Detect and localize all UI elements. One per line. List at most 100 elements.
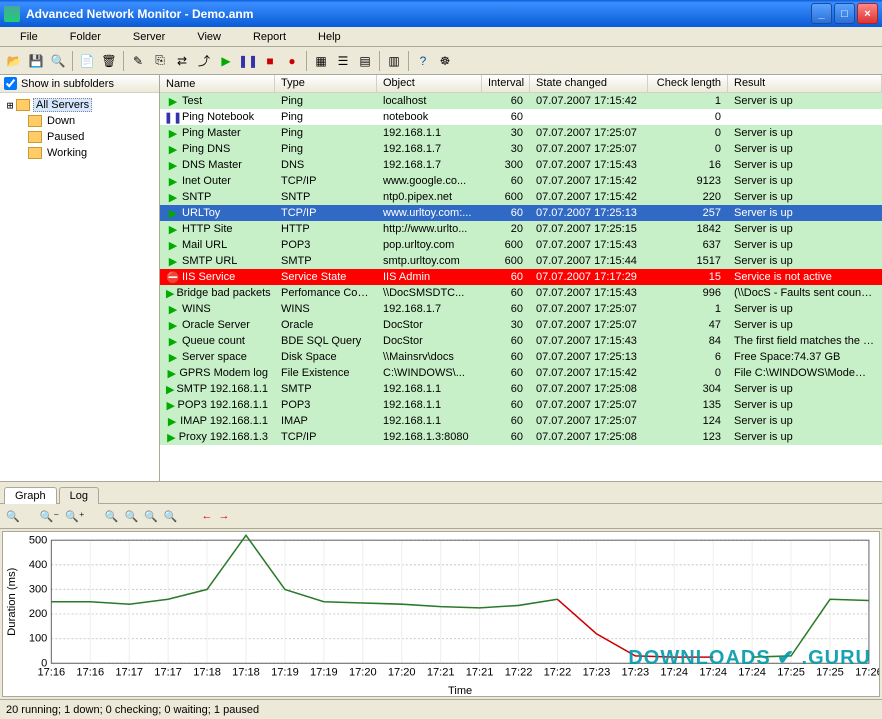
menu-help[interactable]: Help (302, 29, 357, 45)
zoom-x-in-icon[interactable]: 🔍 (124, 510, 138, 523)
cell-name: Ping DNS (182, 143, 230, 155)
zoom-y-out-icon[interactable]: 🔍 (144, 510, 158, 523)
tree-working[interactable]: Working (4, 145, 155, 161)
show-subfolders-checkbox[interactable] (4, 77, 17, 90)
move-icon[interactable]: ⇄ (172, 51, 192, 71)
col-interval[interactable]: Interval (482, 75, 530, 92)
close-button[interactable]: × (857, 3, 878, 24)
table-row[interactable]: ▶SMTP URLSMTPsmtp.urltoy.com60007.07.200… (160, 253, 882, 269)
zoom-y-in-icon[interactable]: 🔍 (164, 510, 178, 523)
cell-state: 07.07.2007 17:25:07 (530, 303, 648, 315)
tree-down[interactable]: Down (4, 113, 155, 129)
cell-name: SMTP URL (182, 255, 237, 267)
cell-name: Ping Master (182, 127, 241, 139)
table-row[interactable]: ▶SMTP 192.168.1.1SMTP192.168.1.16007.07.… (160, 381, 882, 397)
pause-icon[interactable]: ❚❚ (238, 51, 258, 71)
cell-result: Server is up (728, 431, 882, 443)
cell-name: POP3 192.168.1.1 (177, 399, 268, 411)
cell-result: Server is up (728, 159, 882, 171)
table-row[interactable]: ▶IMAP 192.168.1.1IMAP192.168.1.16007.07.… (160, 413, 882, 429)
svg-text:300: 300 (29, 583, 47, 595)
cell-check: 6 (648, 351, 728, 363)
table-row[interactable]: ▶Proxy 192.168.1.3TCP/IP192.168.1.3:8080… (160, 429, 882, 445)
table-row[interactable]: ▶TestPinglocalhost6007.07.2007 17:15:421… (160, 93, 882, 109)
minimize-button[interactable]: _ (811, 3, 832, 24)
table-row[interactable]: ▶POP3 192.168.1.1POP3192.168.1.16007.07.… (160, 397, 882, 413)
titlebar: Advanced Network Monitor - Demo.anm _ □ … (0, 0, 882, 27)
zoom-x-out-icon[interactable]: 🔍 (105, 510, 119, 523)
table-row[interactable]: ▶Bridge bad packetsPerfomance Counter\\D… (160, 285, 882, 301)
about-icon[interactable]: ☸ (435, 51, 455, 71)
open-icon[interactable]: 📂 (4, 51, 24, 71)
copy-icon[interactable]: ⎘ (150, 51, 170, 71)
menu-file[interactable]: File (4, 29, 54, 45)
export-icon[interactable]: ⤴ (194, 51, 214, 71)
table-row[interactable]: ▶Ping MasterPing192.168.1.13007.07.2007 … (160, 125, 882, 141)
stop-icon[interactable]: ■ (260, 51, 280, 71)
menu-report[interactable]: Report (237, 29, 302, 45)
columns-icon[interactable]: ▥ (384, 51, 404, 71)
col-check[interactable]: Check length (648, 75, 728, 92)
scroll-left-icon[interactable]: ← (202, 510, 213, 522)
cell-check: 16 (648, 159, 728, 171)
col-type[interactable]: Type (275, 75, 377, 92)
cell-result: File C:\WINDOWS\ModemLog_... (728, 367, 882, 379)
play-icon[interactable]: ▶ (216, 51, 236, 71)
zoom-reset-icon[interactable]: 🔍 (6, 510, 20, 523)
table-row[interactable]: ▶DNS MasterDNS192.168.1.730007.07.2007 1… (160, 157, 882, 173)
cell-result: Server is up (728, 319, 882, 331)
table-row[interactable]: ▶Mail URLPOP3pop.urltoy.com60007.07.2007… (160, 237, 882, 253)
svg-text:200: 200 (29, 608, 47, 620)
menu-server[interactable]: Server (117, 29, 181, 45)
menu-view[interactable]: View (181, 29, 237, 45)
cell-type: DNS (275, 159, 377, 171)
status-icon: ▶ (166, 383, 174, 396)
help-icon[interactable]: ? (413, 51, 433, 71)
table-row[interactable]: ▶Ping DNSPing192.168.1.73007.07.2007 17:… (160, 141, 882, 157)
menu-folder[interactable]: Folder (54, 29, 117, 45)
zoom-in-icon[interactable]: 🔍⁺ (65, 510, 85, 523)
table-row[interactable]: ▶WINSWINS192.168.1.76007.07.2007 17:25:0… (160, 301, 882, 317)
tab-log[interactable]: Log (59, 487, 99, 504)
col-state[interactable]: State changed (530, 75, 648, 92)
table-row[interactable]: ▶Server spaceDisk Space\\Mainsrv\docs600… (160, 349, 882, 365)
record-icon[interactable]: ● (282, 51, 302, 71)
svg-text:17:19: 17:19 (310, 666, 338, 678)
tab-graph[interactable]: Graph (4, 487, 57, 504)
tree-paused[interactable]: Paused (4, 129, 155, 145)
table-row[interactable]: ❚❚Ping NotebookPingnotebook600 (160, 109, 882, 125)
col-name[interactable]: Name (160, 75, 275, 92)
new-server-icon[interactable]: 📄 (77, 51, 97, 71)
cell-name: URLToy (182, 207, 220, 219)
table-row[interactable]: ▶HTTP SiteHTTPhttp://www.urlto...2007.07… (160, 221, 882, 237)
chart-toolbar: 🔍 🔍⁻ 🔍⁺ 🔍 🔍 🔍 🔍 ← → (0, 503, 882, 528)
delete-icon[interactable]: 🗑 (99, 51, 119, 71)
col-object[interactable]: Object (377, 75, 482, 92)
table-row[interactable]: ▶Queue countBDE SQL QueryDocStor6007.07.… (160, 333, 882, 349)
cell-interval: 60 (482, 383, 530, 395)
cell-name: IMAP 192.168.1.1 (180, 415, 268, 427)
table-row[interactable]: ▶Oracle ServerOracleDocStor3007.07.2007 … (160, 317, 882, 333)
maximize-button[interactable]: □ (834, 3, 855, 24)
status-icon: ▶ (166, 223, 180, 236)
table-body[interactable]: ▶TestPinglocalhost6007.07.2007 17:15:421… (160, 93, 882, 481)
status-icon: ▶ (166, 255, 180, 268)
scroll-right-icon[interactable]: → (219, 510, 230, 522)
zoom-out-icon[interactable]: 🔍⁻ (40, 510, 60, 523)
expand-icon[interactable]: ⊞ (4, 99, 16, 112)
find-icon[interactable]: 🔍 (48, 51, 68, 71)
view-list-icon[interactable]: ☰ (333, 51, 353, 71)
view-detail-icon[interactable]: ▤ (355, 51, 375, 71)
chart-area[interactable]: 010020030040050017:1617:1617:1717:1717:1… (2, 531, 880, 697)
table-row[interactable]: ▶GPRS Modem logFile ExistenceC:\WINDOWS\… (160, 365, 882, 381)
table-row[interactable]: ⛔IIS ServiceService StateIIS Admin6007.0… (160, 269, 882, 285)
col-result[interactable]: Result (728, 75, 882, 92)
table-row[interactable]: ▶SNTPSNTPntp0.pipex.net60007.07.2007 17:… (160, 189, 882, 205)
tree-all-servers[interactable]: ⊞ All Servers (4, 97, 155, 113)
status-icon: ▶ (166, 175, 180, 188)
view-large-icon[interactable]: ▦ (311, 51, 331, 71)
table-row[interactable]: ▶Inet OuterTCP/IPwww.google.co...6007.07… (160, 173, 882, 189)
edit-icon[interactable]: ✎ (128, 51, 148, 71)
table-row[interactable]: ▶URLToyTCP/IPwww.urltoy.com:...6007.07.2… (160, 205, 882, 221)
save-icon[interactable]: 💾 (26, 51, 46, 71)
